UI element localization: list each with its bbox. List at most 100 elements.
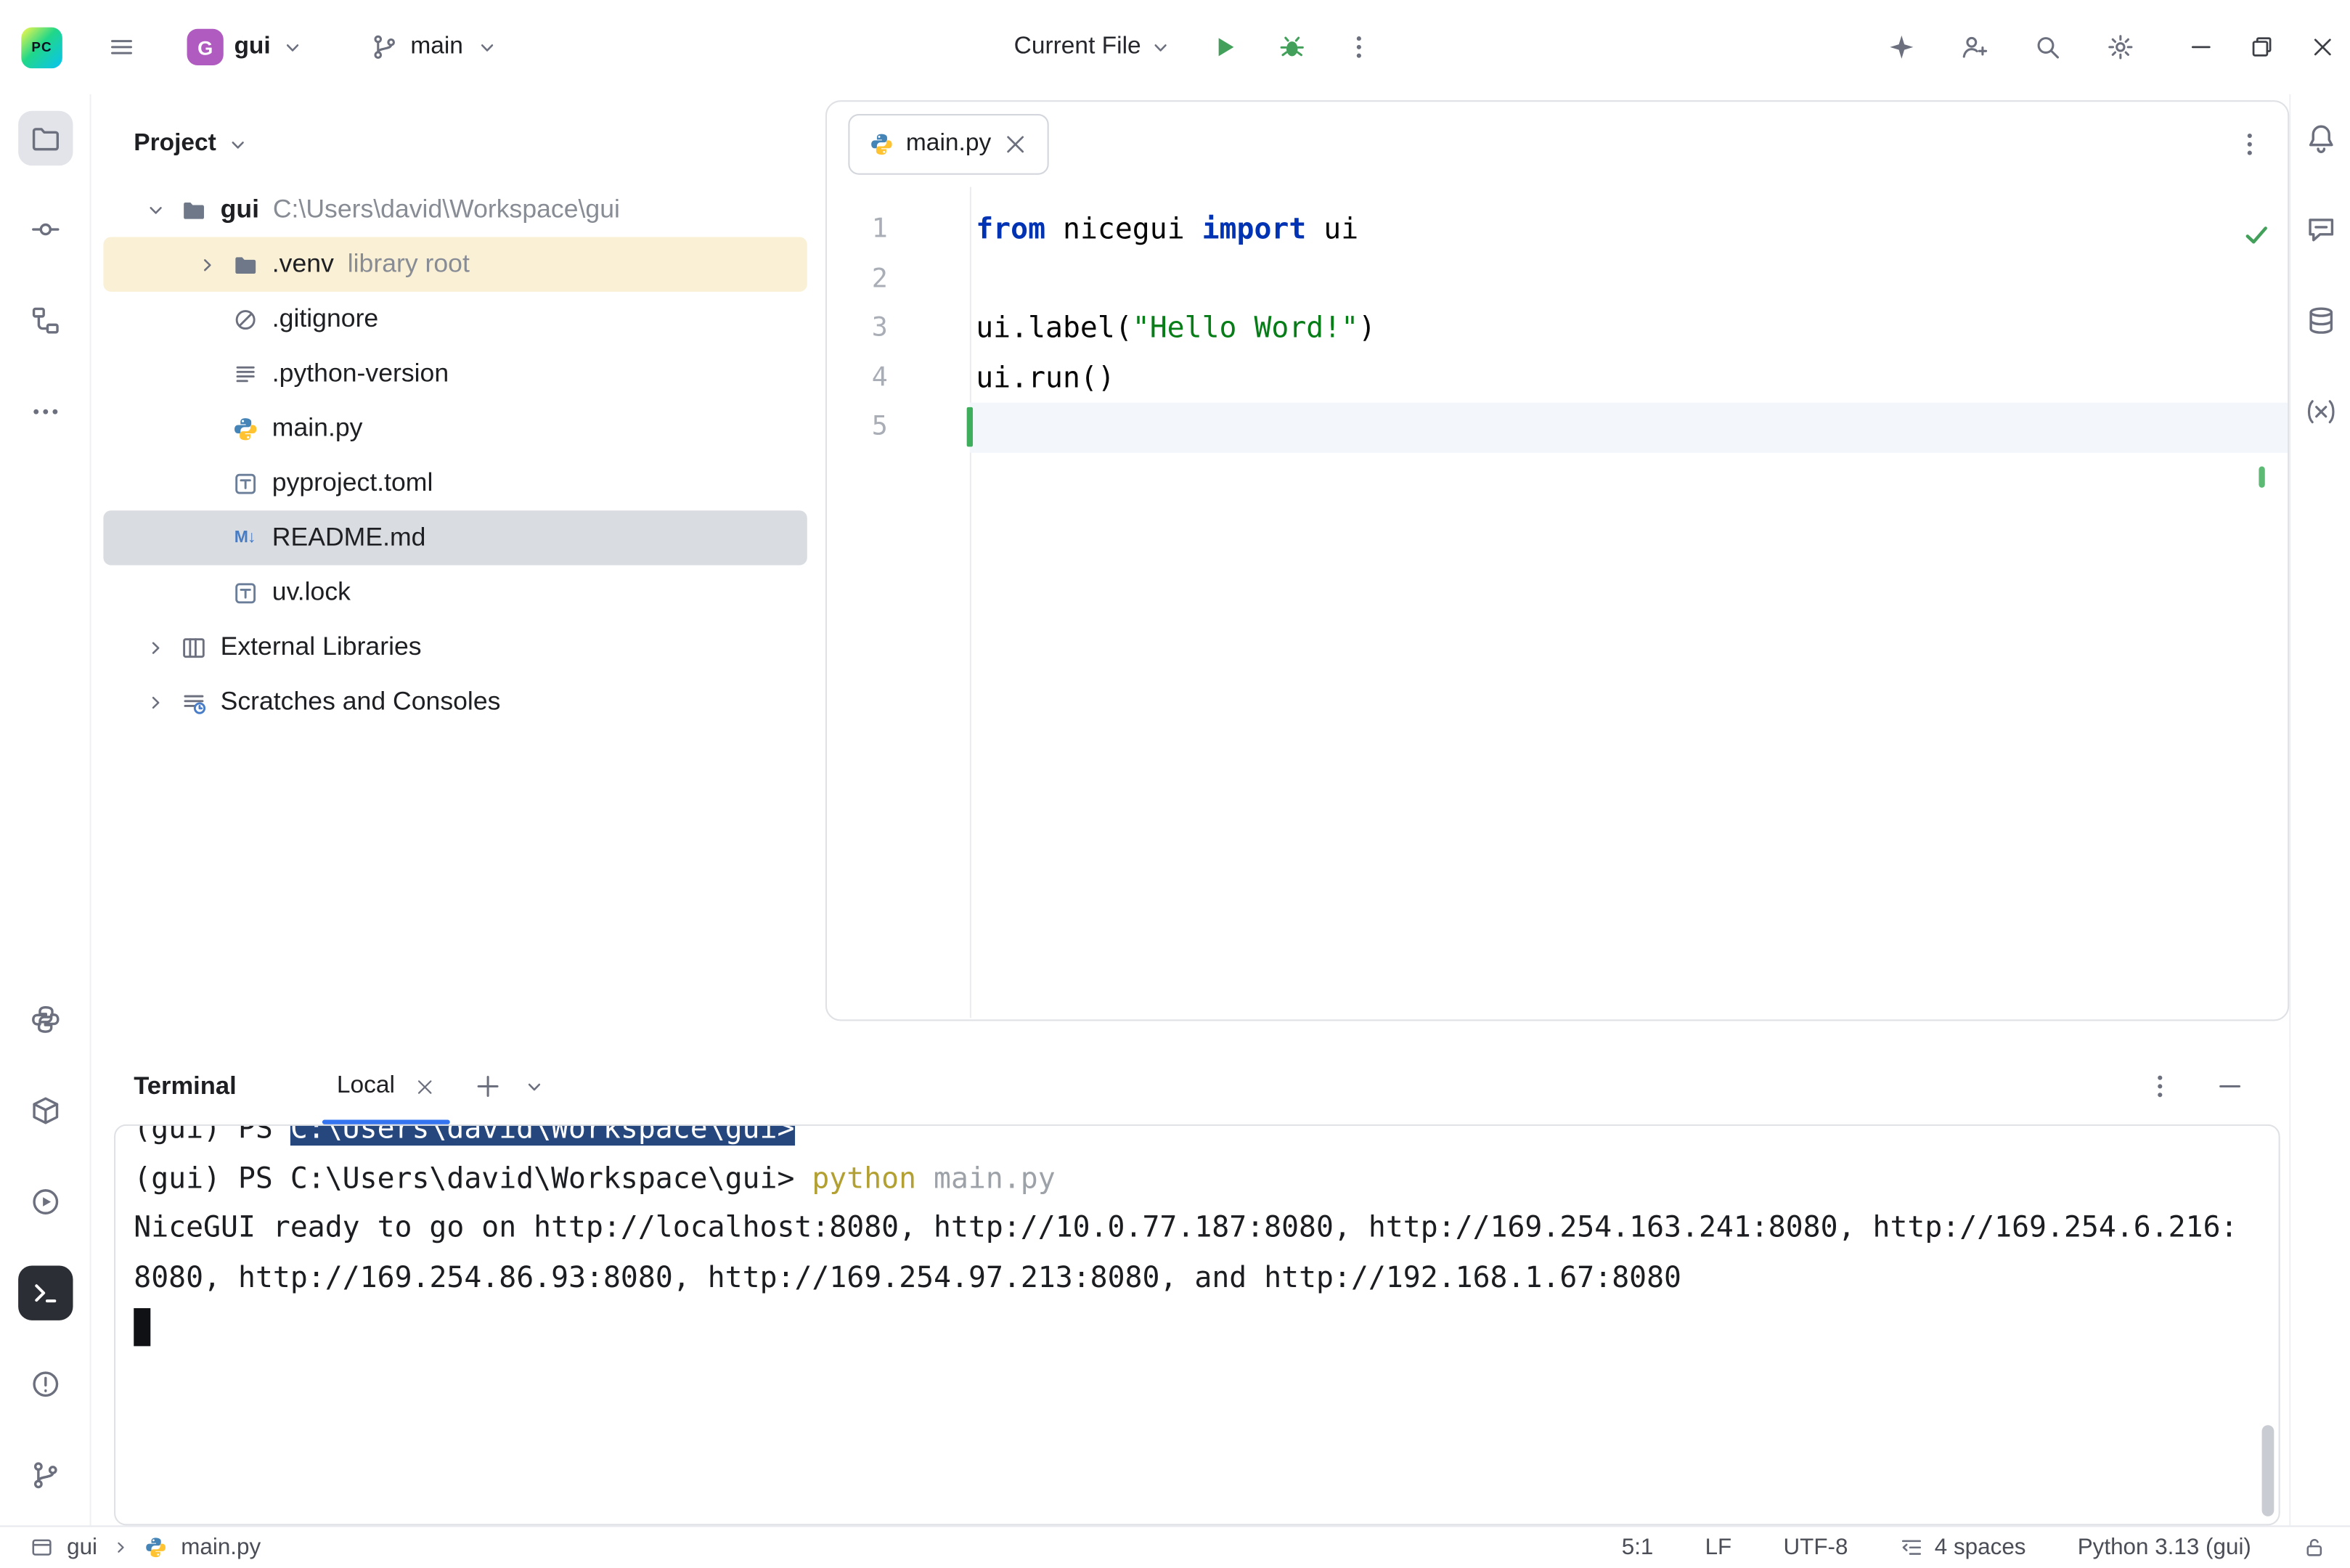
- terminal-button[interactable]: [17, 1265, 72, 1320]
- notifications-bell-button[interactable]: [2293, 111, 2347, 166]
- text-segment: import: [1202, 213, 1307, 247]
- terminal-output[interactable]: (gui) PS C:\Users\david\Workspace\gui>(g…: [114, 1124, 2280, 1526]
- chevron-down-icon[interactable]: [143, 198, 169, 221]
- project-panel-header[interactable]: Project: [91, 94, 825, 182]
- hide-terminal-icon[interactable]: [2216, 1073, 2244, 1101]
- debug-button[interactable]: [1278, 33, 1305, 61]
- tree-item-label: .gitignore: [272, 304, 378, 335]
- file-encoding[interactable]: UTF-8: [1783, 1535, 1848, 1561]
- close-button[interactable]: [2311, 35, 2335, 59]
- run-button[interactable]: [1211, 33, 1239, 61]
- text-segment: (gui) PS: [134, 1124, 290, 1146]
- tree-item-.venv[interactable]: .venvlibrary root: [103, 237, 807, 292]
- indent-setting[interactable]: 4 spaces: [1900, 1535, 2026, 1561]
- tab-main-py[interactable]: main.py: [848, 114, 1048, 175]
- left-tool-stripe: [0, 94, 91, 1526]
- tree-item-label: uv.lock: [272, 577, 351, 608]
- code-line-text: ui.run(): [970, 354, 2288, 403]
- window-controls: [2189, 35, 2335, 59]
- tree-item-label: .venv: [272, 249, 334, 279]
- branch-button[interactable]: [17, 1448, 72, 1503]
- tree-item-main.py[interactable]: main.py: [103, 401, 807, 456]
- chevron-down-icon[interactable]: [1149, 36, 1171, 58]
- chevron-right-icon[interactable]: [143, 690, 169, 713]
- more-button[interactable]: [17, 385, 72, 439]
- new-terminal-icon[interactable]: [474, 1073, 502, 1101]
- project-folder-button[interactable]: [17, 111, 72, 166]
- tree-item-pyproject.toml[interactable]: pyproject.toml: [103, 456, 807, 510]
- restore-button[interactable]: [2250, 35, 2274, 59]
- pycharm-logo-icon[interactable]: PC: [21, 27, 62, 68]
- settings-icon[interactable]: [2107, 33, 2134, 61]
- project-avatar: G: [187, 29, 224, 65]
- close-terminal-tab-icon[interactable]: [415, 1077, 434, 1096]
- line-number[interactable]: 4: [827, 363, 970, 393]
- editor-options-icon[interactable]: [2236, 131, 2264, 158]
- add-user-icon[interactable]: [1961, 33, 1988, 61]
- ai-chat-button[interactable]: [2293, 202, 2347, 256]
- line-number[interactable]: 2: [827, 264, 970, 295]
- database-button[interactable]: [2293, 293, 2347, 348]
- close-tab-icon[interactable]: [1003, 132, 1028, 156]
- tree-item-README.md[interactable]: M↓README.md: [103, 510, 807, 565]
- line-separator[interactable]: LF: [1705, 1535, 1732, 1561]
- python-packages-icon: [30, 1004, 60, 1034]
- terminal-tab-local[interactable]: Local: [322, 1048, 449, 1124]
- chevron-right-icon[interactable]: [195, 253, 221, 275]
- project-widget[interactable]: G gui: [187, 29, 304, 65]
- run-config-selector[interactable]: Current File: [1014, 33, 1141, 61]
- indent-icon: [1900, 1536, 1922, 1559]
- terminal-line-4: [134, 1302, 2278, 1352]
- text-segment: nicegui: [1045, 213, 1202, 247]
- line-number[interactable]: 5: [827, 412, 970, 443]
- package-button[interactable]: [17, 1083, 72, 1138]
- toml-icon: [229, 579, 260, 605]
- structure-icon: [30, 306, 60, 336]
- tree-item-Scratches-and-Consoles[interactable]: Scratches and Consoles: [103, 674, 807, 729]
- code-line-text: ui.label("Hello Word!"): [970, 304, 2288, 354]
- python-packages-button[interactable]: [17, 992, 72, 1047]
- run-toolbar: Current File: [1014, 33, 1372, 61]
- git-branch-icon: [371, 33, 399, 61]
- problems-icon: [30, 1369, 60, 1400]
- x-variables-icon: [2305, 396, 2335, 427]
- minimize-button[interactable]: [2189, 35, 2214, 59]
- notifications-bell-icon: [2305, 123, 2335, 154]
- breadcrumb-file[interactable]: main.py: [181, 1535, 261, 1561]
- terminal-line-3: 8080, http://169.254.86.93:8080, http://…: [134, 1253, 2278, 1302]
- problems-button[interactable]: [17, 1357, 72, 1411]
- terminal-dropdown-icon[interactable]: [523, 1075, 545, 1098]
- line-number[interactable]: 3: [827, 314, 970, 344]
- code-line-4: 4ui.run(): [827, 354, 2288, 403]
- pycharm-window: PC G gui main Current File Project: [0, 0, 2350, 1568]
- statusbar-widgets: 5:1 LF UTF-8 4 spaces Python 3.13 (gui): [1622, 1535, 2326, 1561]
- tree-item-.python-version[interactable]: .python-version: [103, 346, 807, 401]
- services-button[interactable]: [17, 1175, 72, 1229]
- tree-item-uv.lock[interactable]: uv.lock: [103, 565, 807, 620]
- terminal-options-icon[interactable]: [2146, 1073, 2174, 1101]
- text-segment: C:\Users\david\Workspace\gui>: [290, 1124, 795, 1146]
- more-run-actions-icon[interactable]: [1345, 33, 1372, 61]
- titlebar: PC G gui main Current File: [0, 0, 2350, 94]
- structure-button[interactable]: [17, 293, 72, 348]
- branch-widget[interactable]: main: [371, 33, 498, 61]
- line-number[interactable]: 1: [827, 215, 970, 245]
- markdown-icon: M↓: [229, 528, 260, 547]
- breadcrumb-project[interactable]: gui: [67, 1535, 97, 1561]
- chevron-right-icon[interactable]: [143, 636, 169, 658]
- tree-item-External-Libraries[interactable]: External Libraries: [103, 620, 807, 674]
- inspections-ok-icon[interactable]: [2242, 220, 2271, 249]
- tree-item-gui[interactable]: guiC:\Users\david\Workspace\gui: [103, 182, 807, 237]
- ai-assistant-icon[interactable]: [1888, 33, 1915, 61]
- main-menu-icon[interactable]: [108, 33, 136, 61]
- terminal-scrollbar[interactable]: [2262, 1425, 2274, 1516]
- tree-item-.gitignore[interactable]: .gitignore: [103, 292, 807, 346]
- code-editor[interactable]: 1from nicegui import ui23ui.label("Hello…: [827, 187, 2288, 452]
- search-icon[interactable]: [2033, 33, 2061, 61]
- text-segment: http://localhost:8080: [534, 1211, 899, 1244]
- cursor-position[interactable]: 5:1: [1622, 1535, 1654, 1561]
- commit-button[interactable]: [17, 202, 72, 256]
- x-variables-button[interactable]: [2293, 385, 2347, 439]
- python-interpreter[interactable]: Python 3.13 (gui): [2078, 1535, 2251, 1561]
- unlock-icon[interactable]: [2303, 1536, 2325, 1559]
